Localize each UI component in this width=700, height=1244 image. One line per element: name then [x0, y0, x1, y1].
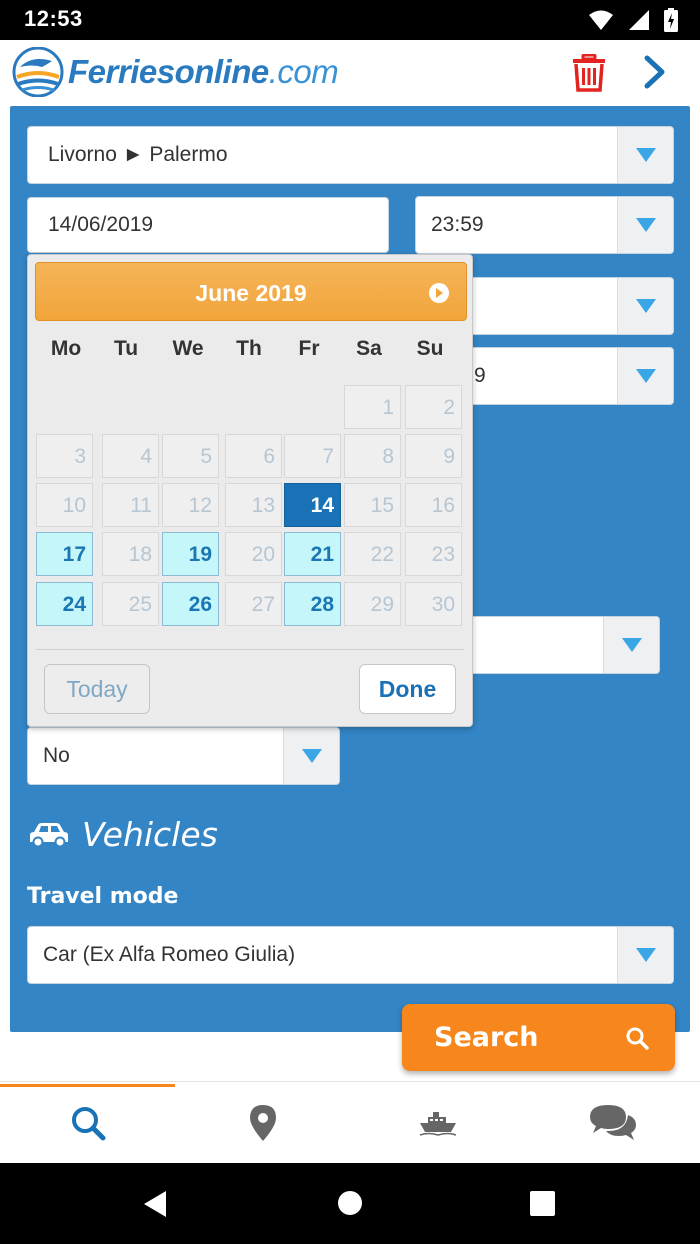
system-navigation-bar: [0, 1163, 700, 1244]
route-value: Livorno ► Palermo: [48, 143, 228, 166]
back-icon[interactable]: [142, 1189, 168, 1219]
calendar-day[interactable]: 20: [225, 532, 282, 576]
chevron-down-icon[interactable]: [617, 278, 673, 334]
calendar-day[interactable]: 17: [36, 532, 93, 576]
weekday-header: Th: [236, 337, 262, 360]
today-button[interactable]: Today: [44, 664, 150, 714]
chat-icon: [589, 1105, 636, 1140]
logo-suffix: .com: [268, 53, 339, 90]
chevron-down-icon[interactable]: [617, 197, 673, 253]
calendar-day[interactable]: 15: [344, 483, 401, 527]
chevron-down-icon[interactable]: [617, 348, 673, 404]
nav-chat[interactable]: [525, 1082, 700, 1164]
done-button[interactable]: Done: [359, 664, 456, 714]
calendar-day[interactable]: 11: [102, 483, 159, 527]
logo-wordmark: Ferriesonline: [68, 53, 269, 90]
trash-icon[interactable]: [572, 54, 606, 92]
calendar-day[interactable]: 14: [284, 483, 341, 527]
nav-map[interactable]: [175, 1082, 350, 1164]
route-select[interactable]: Livorno ► Palermo: [27, 126, 674, 184]
calendar-day[interactable]: 1: [344, 385, 401, 429]
date-input[interactable]: 14/06/2019: [27, 197, 389, 253]
calendar-day[interactable]: 24: [36, 582, 93, 626]
calendar-day[interactable]: 23: [405, 532, 462, 576]
date-value: 14/06/2019: [48, 213, 154, 236]
calendar-day[interactable]: 13: [225, 483, 282, 527]
bottom-navigation: [0, 1081, 700, 1163]
travel-mode-value: Car (Ex Alfa Romeo Giulia): [43, 943, 296, 966]
weekday-header: Tu: [113, 337, 139, 360]
hidden-select-value: 9: [474, 364, 486, 387]
calendar-day[interactable]: 30: [405, 582, 462, 626]
chevron-down-icon[interactable]: [283, 728, 339, 784]
weekday-header: Su: [416, 337, 444, 360]
calendar-day[interactable]: 4: [102, 434, 159, 478]
calendar-day[interactable]: 19: [162, 532, 219, 576]
battery-icon: [664, 8, 678, 32]
ferriesonline-logo[interactable]: Ferriesonline.com: [12, 47, 339, 97]
search-button-label: Search: [434, 1022, 539, 1053]
calendar-day[interactable]: 26: [162, 582, 219, 626]
chevron-down-icon[interactable]: [617, 127, 673, 183]
calendar-day[interactable]: 27: [225, 582, 282, 626]
calendar-day[interactable]: 2: [405, 385, 462, 429]
calendar-day[interactable]: 5: [162, 434, 219, 478]
app-header: Ferriesonline.com: [0, 40, 700, 106]
calendar-day[interactable]: 29: [344, 582, 401, 626]
weekday-header: Sa: [356, 337, 382, 360]
recents-icon[interactable]: [530, 1191, 555, 1216]
time-value: 23:59: [431, 213, 484, 236]
travel-mode-label: Travel mode: [27, 884, 179, 909]
chevron-down-icon[interactable]: [617, 927, 673, 983]
weekday-header: Fr: [298, 337, 320, 360]
datepicker-header: June 2019: [35, 262, 467, 321]
calendar-day[interactable]: 22: [344, 532, 401, 576]
home-icon[interactable]: [337, 1190, 363, 1216]
pets-select[interactable]: No: [27, 727, 340, 785]
chevron-right-icon[interactable]: [640, 54, 670, 90]
wifi-icon: [589, 10, 613, 30]
search-icon: [626, 1027, 649, 1050]
signal-icon: [629, 10, 649, 30]
weekday-header: We: [172, 337, 204, 360]
vehicles-heading: Vehicles: [28, 815, 218, 854]
next-month-icon[interactable]: [428, 282, 450, 304]
calendar-day[interactable]: 7: [284, 434, 341, 478]
search-button[interactable]: Search: [402, 1004, 675, 1071]
time-select[interactable]: 23:59: [415, 196, 674, 254]
calendar-day[interactable]: 12: [162, 483, 219, 527]
status-bar: 12:53: [0, 0, 700, 40]
car-icon: [30, 822, 68, 847]
calendar-day[interactable]: 18: [102, 532, 159, 576]
calendar-day[interactable]: 21: [284, 532, 341, 576]
calendar-day[interactable]: 10: [36, 483, 93, 527]
calendar-day[interactable]: 25: [102, 582, 159, 626]
datepicker-month: June 2019: [195, 280, 307, 306]
calendar-day[interactable]: 28: [284, 582, 341, 626]
location-pin-icon: [249, 1105, 276, 1141]
calendar-day[interactable]: 3: [36, 434, 93, 478]
nav-ferries[interactable]: [350, 1082, 525, 1164]
travel-mode-select[interactable]: Car (Ex Alfa Romeo Giulia): [27, 926, 674, 984]
search-icon: [71, 1107, 105, 1141]
datepicker-popup: June 2019 Mo Tu We Th Fr Sa Su 1 2 3 4 5 6 7 8 9 10 11 12…: [27, 254, 473, 727]
nav-search[interactable]: [0, 1082, 175, 1164]
calendar-day[interactable]: 9: [405, 434, 462, 478]
calendar-day[interactable]: 8: [344, 434, 401, 478]
chevron-down-icon[interactable]: [603, 617, 659, 673]
datepicker-divider: [36, 649, 464, 650]
calendar-day[interactable]: 16: [405, 483, 462, 527]
calendar-day[interactable]: 6: [225, 434, 282, 478]
ferry-icon: [419, 1112, 456, 1136]
weekday-header: Mo: [50, 337, 82, 360]
vehicles-title: Vehicles: [82, 815, 218, 854]
pets-value: No: [43, 744, 70, 767]
status-time: 12:53: [24, 6, 83, 31]
dolphin-logo-icon: [12, 47, 64, 97]
